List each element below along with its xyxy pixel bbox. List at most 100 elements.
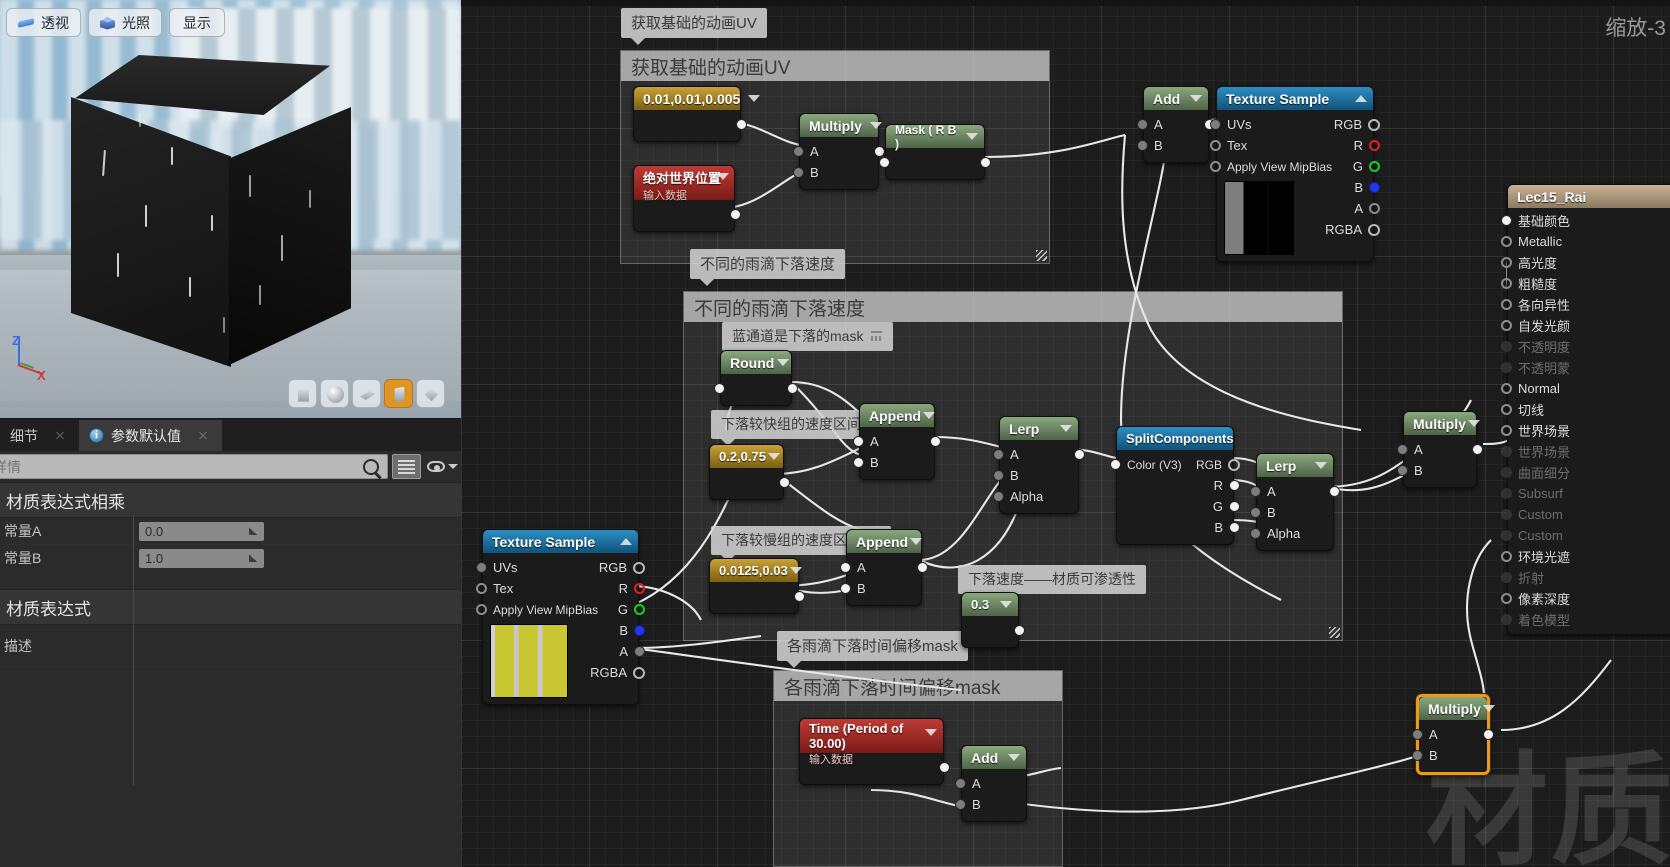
input-pin-b[interactable] <box>1412 750 1423 761</box>
details-visibility-button[interactable] <box>425 454 447 479</box>
node-material-output[interactable]: Lec15_Rai 基础颜色 Metallic 高光度 粗糙度 各向异性 自发光… <box>1501 184 1670 635</box>
viewport-perspective-button[interactable]: 透视 <box>6 8 81 37</box>
input-pin-b[interactable] <box>853 457 864 468</box>
viewport-show-button[interactable]: 显示 <box>169 8 225 37</box>
input-pin[interactable] <box>1501 236 1512 247</box>
output-pin[interactable] <box>730 209 741 220</box>
output-pin-rgba[interactable] <box>633 666 645 679</box>
chevron-down-icon[interactable] <box>1482 705 1495 712</box>
chevron-down-icon[interactable] <box>748 95 761 102</box>
bubble-time-offset-mask[interactable]: 各雨滴下落时间偏移mask <box>777 631 968 668</box>
node-multiply-selected[interactable]: Multiply A B <box>1412 694 1495 775</box>
bubble-raindrop-speed[interactable]: 不同的雨滴下落速度 <box>690 249 846 286</box>
input-pin-tex[interactable] <box>476 583 487 594</box>
node-header[interactable]: 0.2,0.75 <box>710 445 783 468</box>
input-pin[interactable] <box>714 383 725 394</box>
node-header[interactable]: Append <box>860 404 936 427</box>
node-header[interactable]: Lerp <box>1257 454 1333 477</box>
chevron-down-icon[interactable] <box>1190 95 1202 102</box>
node-header[interactable]: Multiply <box>1419 697 1495 720</box>
chevron-down-icon[interactable] <box>789 567 802 574</box>
node-header[interactable]: 绝对世界位置 输入数据 <box>634 166 734 202</box>
chevron-down-icon[interactable] <box>966 133 978 140</box>
comment-title[interactable]: 各雨滴下落时间偏移mask <box>774 671 1062 701</box>
input-pin[interactable] <box>1501 215 1512 226</box>
input-pin-b[interactable] <box>793 167 804 178</box>
node-const3-uv-scale[interactable]: 0.01,0.01,0.005 <box>633 86 761 142</box>
input-pin[interactable] <box>1501 320 1512 331</box>
node-const2-slow[interactable]: 0.0125,0.03 <box>709 558 805 614</box>
node-header[interactable]: Append <box>847 530 923 553</box>
input-pin-tex[interactable] <box>1210 140 1221 151</box>
viewport-lighting-button[interactable]: 光照 <box>88 8 162 37</box>
output-pin-rgb[interactable] <box>1368 118 1380 131</box>
chevron-down-icon[interactable] <box>717 173 729 180</box>
input-pin-a[interactable] <box>853 436 864 447</box>
input-pin-b[interactable] <box>1397 465 1408 476</box>
input-pin-uvs[interactable] <box>1210 119 1221 130</box>
output-pin[interactable] <box>1472 444 1483 455</box>
node-const2-fast[interactable]: 0.2,0.75 <box>709 444 790 500</box>
tab-parameter-defaults[interactable]: i 参数默认值 <box>79 420 222 451</box>
input-pin-a[interactable] <box>1250 486 1261 497</box>
chevron-down-icon[interactable] <box>1315 462 1327 469</box>
details-search-box[interactable] <box>0 454 388 479</box>
bubble-blue-channel-mask[interactable]: 蓝通道是下落的mask <box>722 322 894 358</box>
output-pin[interactable] <box>1014 625 1025 636</box>
output-pin[interactable] <box>779 477 790 488</box>
output-pin-rgb[interactable] <box>633 561 645 574</box>
resize-handle[interactable] <box>1036 250 1047 261</box>
shape-cylinder-button[interactable] <box>288 379 317 408</box>
node-header[interactable]: 0.01,0.01,0.005 <box>634 87 761 110</box>
input-pin-b[interactable] <box>993 470 1004 481</box>
output-pin-b[interactable] <box>1369 182 1380 193</box>
output-pin[interactable] <box>787 383 798 394</box>
node-header[interactable]: Multiply <box>1404 412 1480 435</box>
output-pin[interactable] <box>917 562 928 573</box>
node-header[interactable]: Mask ( R B ) <box>886 123 984 151</box>
output-pin[interactable] <box>1329 486 1340 497</box>
output-pin[interactable] <box>1483 729 1494 740</box>
input-pin-a[interactable] <box>1397 444 1408 455</box>
details-options-button[interactable] <box>447 454 459 479</box>
output-pin-g[interactable] <box>634 604 645 615</box>
output-pin[interactable] <box>874 146 885 157</box>
node-header[interactable]: Add <box>1144 87 1208 110</box>
details-splitter[interactable] <box>133 515 134 785</box>
output-pin[interactable] <box>930 436 941 447</box>
input-pin[interactable] <box>1501 425 1512 436</box>
input-pin-b[interactable] <box>1137 140 1148 151</box>
details-section-header[interactable]: 材质表达式相乘 <box>0 482 461 518</box>
input-pin-a[interactable] <box>1137 119 1148 130</box>
node-header[interactable]: Lec15_Rai <box>1508 185 1670 208</box>
node-header[interactable]: 0.0125,0.03 <box>710 559 802 582</box>
output-pin-a[interactable] <box>1369 203 1380 214</box>
output-pin[interactable] <box>736 119 747 130</box>
input-pin[interactable] <box>1501 551 1512 562</box>
details-list-view-button[interactable] <box>392 454 421 479</box>
node-header[interactable]: 0.3 <box>962 593 1018 616</box>
input-pin-a[interactable] <box>955 778 966 789</box>
bubble-speed-permeability[interactable]: 下落速度——材质可渗透性 <box>958 565 1146 601</box>
input-pin-mipbias[interactable] <box>1210 161 1221 172</box>
node-time-period[interactable]: Time (Period of 30.00) 输入数据 <box>799 718 950 785</box>
shape-sphere-button[interactable] <box>320 379 349 408</box>
material-preview-viewport[interactable]: 透视 光照 显示 Z X <box>0 0 461 418</box>
input-pin-a[interactable] <box>840 562 851 573</box>
const-a-field[interactable]: 0.0 <box>139 521 264 541</box>
shape-custom-mesh-button[interactable] <box>416 379 445 408</box>
input-pin-color[interactable] <box>1110 459 1121 470</box>
node-append-fast[interactable]: Append A B <box>853 403 941 480</box>
chevron-down-icon[interactable] <box>777 359 790 366</box>
node-absolute-world-position[interactable]: 绝对世界位置 输入数据 <box>633 165 741 232</box>
node-multiply-right[interactable]: Multiply A B <box>1397 411 1483 488</box>
chevron-down-icon[interactable] <box>768 453 780 460</box>
output-pin[interactable] <box>794 591 805 602</box>
node-texture-sample-rain-top[interactable]: Texture Sample UVs RGB Tex R Apply View … <box>1210 86 1380 262</box>
output-pin-g[interactable] <box>1229 501 1240 512</box>
chevron-up-icon[interactable] <box>620 538 632 545</box>
input-pin[interactable] <box>1501 257 1512 268</box>
node-add-time[interactable]: Add A B <box>955 745 1027 822</box>
output-pin-b[interactable] <box>634 625 645 636</box>
tab-details[interactable]: 细节 <box>0 420 79 451</box>
